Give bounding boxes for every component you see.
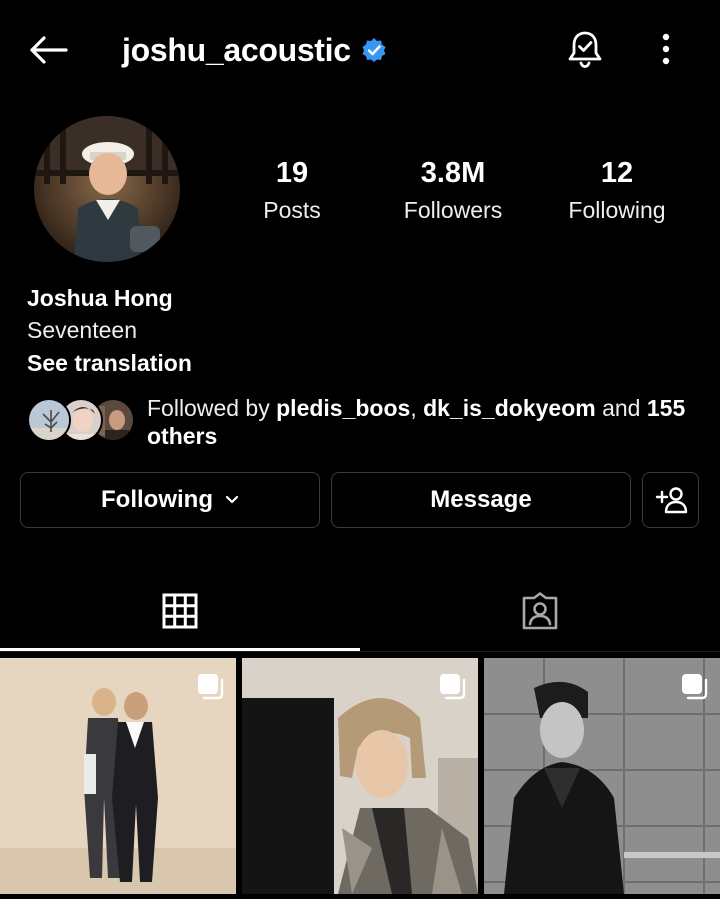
followers-stat[interactable]: 3.8M Followers xyxy=(388,154,518,228)
grid-icon xyxy=(162,593,198,629)
post-thumbnail[interactable] xyxy=(0,658,236,894)
tab-tagged[interactable] xyxy=(360,570,720,652)
add-person-icon xyxy=(655,487,687,514)
message-button-label: Message xyxy=(430,486,532,513)
notification-bell-icon xyxy=(568,31,602,68)
profile-description: Seventeen xyxy=(27,317,137,343)
back-button[interactable] xyxy=(24,30,72,70)
tagged-person-icon xyxy=(522,592,558,630)
multiple-photos-icon xyxy=(682,674,708,700)
profile-full-name: Joshua Hong xyxy=(27,285,173,311)
following-stat[interactable]: 12 Following xyxy=(556,154,678,228)
followed-by-separator: , xyxy=(410,395,424,421)
profile-bio: Joshua Hong Seventeen See translation xyxy=(27,282,192,380)
notifications-button[interactable] xyxy=(562,26,608,72)
posts-count: 19 xyxy=(275,157,309,189)
followed-by-section[interactable]: Followed by pledis_boos, dk_is_dokyeom a… xyxy=(27,394,707,450)
following-count: 12 xyxy=(600,157,634,189)
see-translation-link[interactable]: See translation xyxy=(27,346,192,380)
multiple-photos-icon xyxy=(198,674,224,700)
suggested-people-button[interactable] xyxy=(642,472,699,528)
chevron-down-icon xyxy=(225,495,239,505)
profile-username: joshu_acoustic xyxy=(122,31,351,68)
followed-by-and: and xyxy=(595,395,647,421)
post-thumbnail[interactable] xyxy=(484,658,720,894)
back-arrow-icon xyxy=(30,36,68,64)
message-button[interactable]: Message xyxy=(331,472,631,528)
username-container: joshu_acoustic xyxy=(122,26,387,74)
followed-by-text: Followed by pledis_boos, dk_is_dokyeom a… xyxy=(147,394,707,450)
following-button[interactable]: Following xyxy=(20,472,320,528)
following-button-label: Following xyxy=(101,486,213,513)
avatar-photo xyxy=(34,116,180,262)
followers-count: 3.8M xyxy=(420,157,486,189)
verified-badge-icon xyxy=(362,38,386,62)
more-options-icon xyxy=(662,33,670,65)
more-options-button[interactable] xyxy=(646,26,686,72)
mutual-username-1[interactable]: pledis_boos xyxy=(276,395,410,421)
mutual-username-2[interactable]: dk_is_dokyeom xyxy=(423,395,596,421)
posts-stat[interactable]: 19 Posts xyxy=(240,154,344,228)
followed-by-prefix: Followed by xyxy=(147,395,277,421)
posts-label: Posts xyxy=(263,197,321,223)
post-thumbnail[interactable] xyxy=(242,658,478,894)
multiple-photos-icon xyxy=(440,674,466,700)
mutual-follower-avatar xyxy=(27,398,71,442)
tab-posts-grid[interactable] xyxy=(0,570,360,652)
tab-divider xyxy=(0,651,720,652)
profile-header: joshu_acoustic xyxy=(0,0,720,100)
followers-label: Followers xyxy=(403,197,503,223)
following-label: Following xyxy=(568,197,666,223)
profile-avatar[interactable] xyxy=(34,116,180,262)
